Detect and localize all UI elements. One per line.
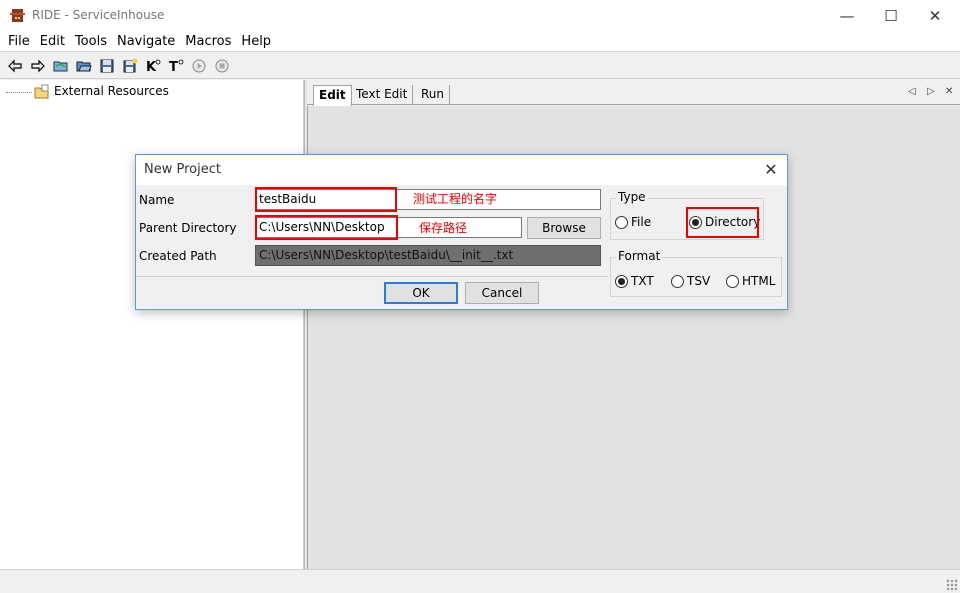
type-group-title: Type <box>616 190 648 204</box>
maximize-button[interactable]: ☐ <box>868 0 914 31</box>
window-title: RIDE - ServiceInhouse <box>32 8 165 22</box>
tsv-radio-icon <box>671 274 684 288</box>
run-icon[interactable] <box>187 55 210 77</box>
robot-app-icon <box>10 9 25 22</box>
new-project-dialog: New Project ✕ Name testBaidu 测试工程的名字 Par… <box>135 154 788 310</box>
html-radio-icon <box>726 274 739 288</box>
back-icon[interactable] <box>3 55 26 77</box>
menu-macros[interactable]: Macros <box>181 34 235 49</box>
tree-connector <box>6 92 32 93</box>
menu-navigate[interactable]: Navigate <box>113 34 179 49</box>
save-icon[interactable] <box>95 55 118 77</box>
type-file-radio[interactable]: File <box>615 215 651 229</box>
parent-annotation: 保存路径 <box>419 221 468 235</box>
format-txt-radio[interactable]: TXT <box>615 274 654 288</box>
tab-scroll-right-icon[interactable]: ▷ <box>927 86 935 97</box>
name-annotation: 测试工程的名字 <box>413 192 498 206</box>
parent-highlight-box <box>255 215 398 240</box>
toolbar: K T <box>0 53 960 79</box>
tab-edit[interactable]: Edit <box>313 85 352 106</box>
resize-grip-icon[interactable] <box>946 579 958 591</box>
type-file-label: File <box>631 215 652 229</box>
format-html-radio[interactable]: HTML <box>726 274 775 288</box>
open-suite-icon[interactable] <box>49 55 72 77</box>
menu-tools[interactable]: Tools <box>71 34 111 49</box>
ok-button[interactable]: OK <box>384 282 458 304</box>
search-tests-icon[interactable]: T <box>164 55 187 77</box>
file-radio-icon <box>615 215 628 229</box>
tree-item-external-resources[interactable]: External Resources <box>54 84 169 98</box>
status-bar <box>0 569 960 593</box>
format-txt-label: TXT <box>631 274 654 288</box>
format-tsv-label: TSV <box>687 274 711 288</box>
search-keywords-icon[interactable]: K <box>141 55 164 77</box>
tab-close-icon[interactable]: ✕ <box>945 86 953 97</box>
format-group-title: Format <box>616 249 663 263</box>
menu-file[interactable]: File <box>4 34 34 49</box>
name-label: Name <box>139 193 175 207</box>
menu-edit[interactable]: Edit <box>36 34 69 49</box>
dialog-separator <box>136 276 608 277</box>
menu-help[interactable]: Help <box>237 34 275 49</box>
folder-icon <box>34 84 49 99</box>
stop-icon[interactable] <box>210 55 233 77</box>
search-tests-glyph: T <box>169 60 178 74</box>
menu-bar: File Edit Tools Navigate Macros Help <box>0 31 960 52</box>
browse-button[interactable]: Browse <box>527 217 601 239</box>
search-keywords-glyph: K <box>146 60 157 74</box>
format-html-label: HTML <box>742 274 776 288</box>
editor-tabs: Edit Text Edit Run ◁ ▷ ✕ <box>307 80 960 106</box>
open-directory-icon[interactable] <box>72 55 95 77</box>
directory-highlight-box <box>686 207 759 238</box>
created-path-field: C:\Users\NN\Desktop\testBaidu\__init__.t… <box>255 245 601 266</box>
tab-scroll-left-icon[interactable]: ◁ <box>908 86 916 97</box>
forward-icon[interactable] <box>26 55 49 77</box>
name-highlight-box <box>255 187 397 212</box>
minimize-button[interactable]: — <box>824 0 870 31</box>
close-window-button[interactable]: ✕ <box>912 0 958 31</box>
cancel-button[interactable]: Cancel <box>465 282 539 304</box>
created-path-value: C:\Users\NN\Desktop\testBaidu\__init__.t… <box>259 248 514 262</box>
format-tsv-radio[interactable]: TSV <box>671 274 710 288</box>
dialog-title-bar: New Project ✕ <box>136 155 787 185</box>
tab-run[interactable]: Run <box>416 85 451 105</box>
parent-directory-label: Parent Directory <box>139 221 237 235</box>
txt-radio-icon <box>615 274 628 288</box>
tab-text-edit[interactable]: Text Edit <box>351 85 414 105</box>
dialog-title: New Project <box>144 162 221 177</box>
created-path-label: Created Path <box>139 249 217 263</box>
dialog-close-button[interactable]: ✕ <box>760 160 782 180</box>
save-all-icon[interactable] <box>118 55 141 77</box>
title-bar: RIDE - ServiceInhouse — ☐ ✕ <box>0 0 960 31</box>
